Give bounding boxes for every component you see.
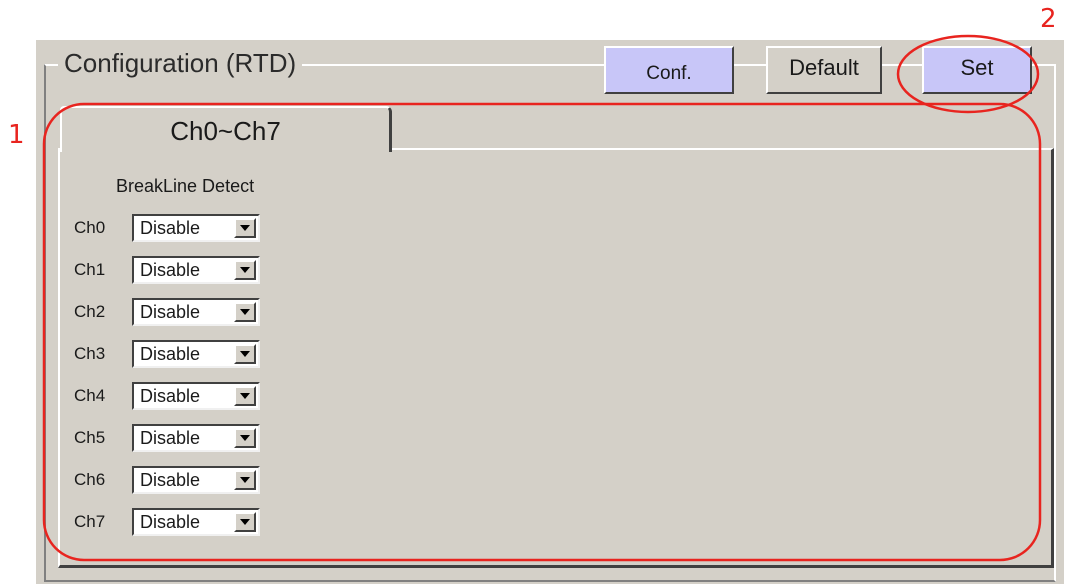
dropdown-button[interactable] — [234, 386, 256, 406]
tab-label: Ch0~Ch7 — [170, 116, 281, 146]
chevron-down-icon — [240, 393, 250, 399]
channel-label: Ch6 — [74, 470, 106, 489]
dropdown-button[interactable] — [234, 260, 256, 280]
chevron-down-icon — [240, 477, 250, 483]
chevron-down-icon — [240, 225, 250, 231]
breakline-select-ch7[interactable]: Disable — [132, 508, 260, 536]
annotation-label-2: 2 — [1040, 4, 1057, 34]
annotation-label-1: 1 — [8, 120, 25, 150]
dropdown-button[interactable] — [234, 344, 256, 364]
chevron-down-icon — [240, 351, 250, 357]
chevron-down-icon — [240, 435, 250, 441]
channel-label: Ch0 — [74, 218, 106, 237]
set-button[interactable]: Set — [922, 46, 1032, 94]
channel-label: Ch7 — [74, 512, 106, 531]
group-title: Configuration (RTD) — [58, 48, 303, 78]
breakline-select-ch0[interactable]: Disable — [132, 214, 260, 242]
dropdown-button[interactable] — [234, 218, 256, 238]
default-button[interactable]: Default — [766, 46, 882, 94]
select-value: Disable — [140, 218, 201, 238]
select-value: Disable — [140, 302, 201, 322]
select-value: Disable — [140, 260, 201, 280]
chevron-down-icon — [240, 309, 250, 315]
channel-label: Ch4 — [74, 386, 106, 405]
select-value: Disable — [140, 470, 201, 490]
chevron-down-icon — [240, 519, 250, 525]
breakline-select-ch1[interactable]: Disable — [132, 256, 260, 284]
select-value: Disable — [140, 428, 201, 448]
breakline-select-ch5[interactable]: Disable — [132, 424, 260, 452]
channel-label: Ch2 — [74, 302, 106, 321]
channel-label: Ch5 — [74, 428, 106, 447]
breakline-detect-header: BreakLine Detect — [116, 176, 255, 196]
channel-label: Ch3 — [74, 344, 106, 363]
dropdown-button[interactable] — [234, 512, 256, 532]
select-value: Disable — [140, 344, 201, 364]
select-value: Disable — [140, 386, 201, 406]
breakline-select-ch6[interactable]: Disable — [132, 466, 260, 494]
dropdown-button[interactable] — [234, 302, 256, 322]
channel-label: Ch1 — [74, 260, 106, 279]
conf-button[interactable]: Conf. — [604, 46, 734, 94]
breakline-select-ch3[interactable]: Disable — [132, 340, 260, 368]
dropdown-button[interactable] — [234, 470, 256, 490]
select-value: Disable — [140, 512, 201, 532]
breakline-select-ch2[interactable]: Disable — [132, 298, 260, 326]
chevron-down-icon — [240, 267, 250, 273]
dropdown-button[interactable] — [234, 428, 256, 448]
breakline-select-ch4[interactable]: Disable — [132, 382, 260, 410]
tab-ch0-ch7[interactable]: Ch0~Ch7 — [60, 106, 392, 152]
